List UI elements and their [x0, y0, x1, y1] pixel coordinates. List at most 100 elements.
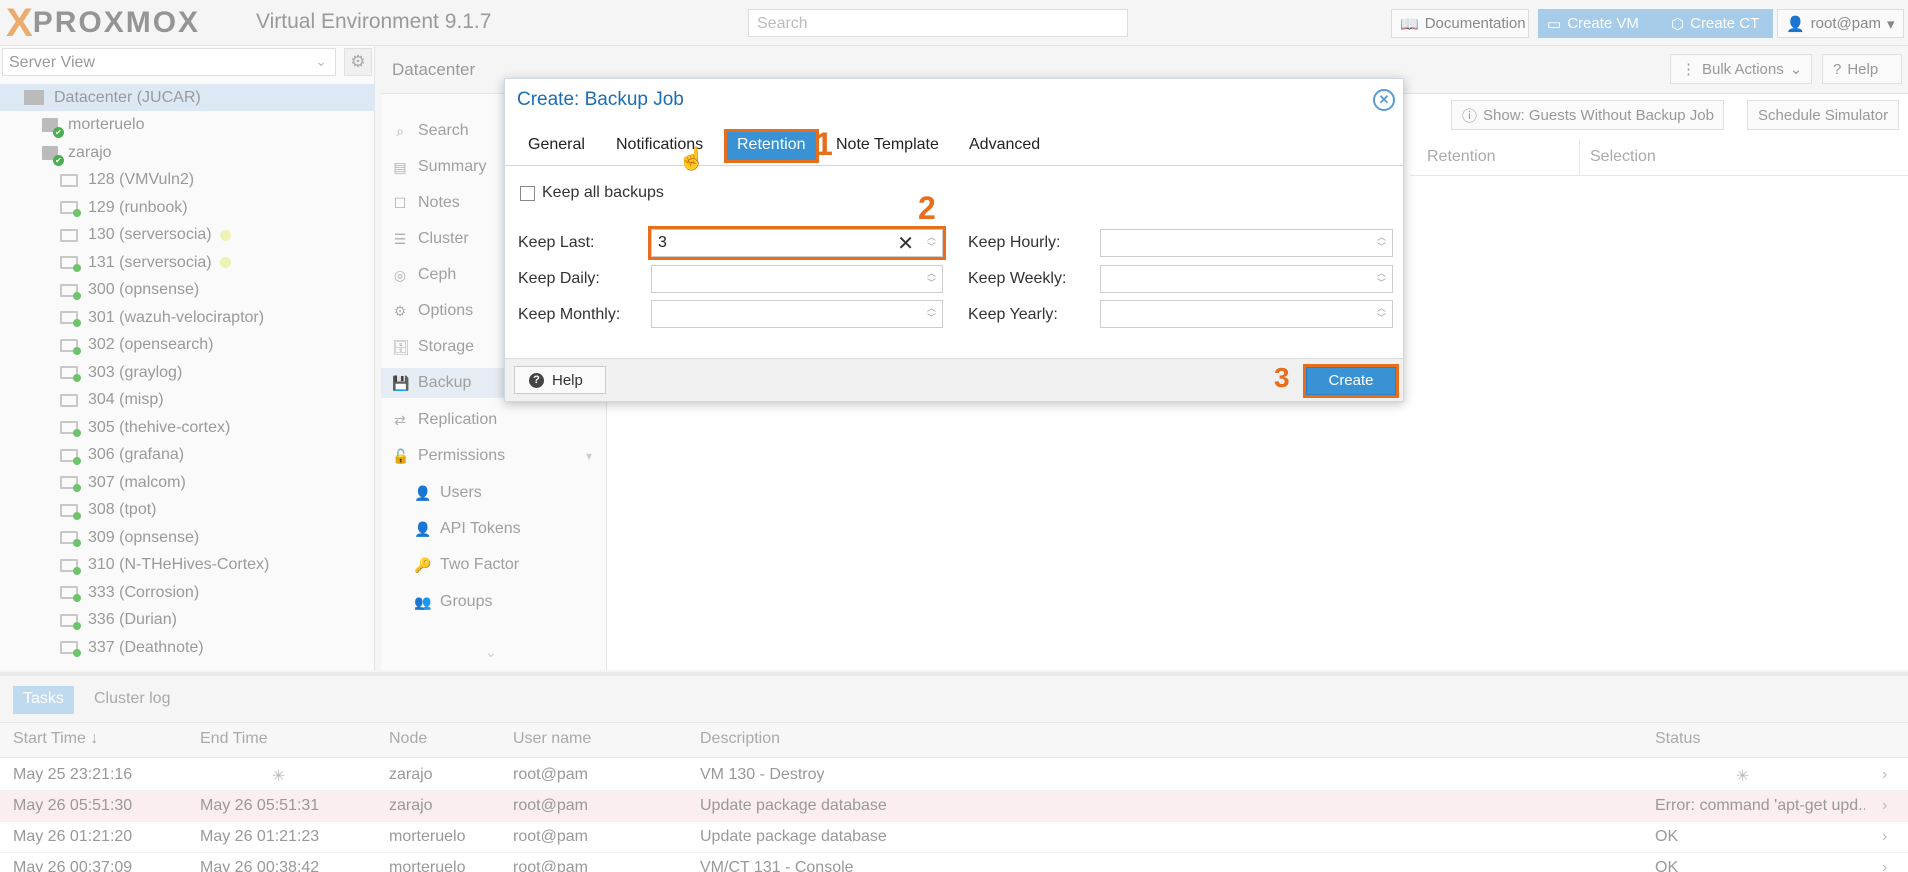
nav-item-permissions[interactable]: 🔓 Permissions ▾ [392, 441, 602, 471]
column-description[interactable]: Description [700, 730, 780, 748]
tree-item-label: 337 (Deathnote) [88, 638, 204, 656]
table-row[interactable]: May 26 01:21:20 May 26 01:21:23 morteruelo… [0, 822, 1908, 853]
tasks-grid-header [0, 722, 1908, 758]
tab-tasks[interactable]: Tasks [13, 686, 74, 714]
monitor-icon: ▭ [1547, 15, 1562, 33]
keep-yearly-field[interactable]: ︿ ﹀ [1100, 300, 1393, 328]
tab-retention[interactable]: Retention [724, 129, 819, 163]
cube-icon: ⬡ [1671, 15, 1685, 33]
spinner-icon[interactable]: ︿ ﹀ [1377, 268, 1386, 288]
keep-last-field[interactable]: 3 ✕ ︿ ﹀ [648, 226, 946, 260]
bulk-actions-button[interactable]: ⋮ Bulk Actions ⌄ [1670, 54, 1812, 84]
user-icon: 👤 [1786, 15, 1805, 33]
tree-item[interactable]: morteruelo [0, 112, 375, 139]
nav-item-groups[interactable]: 👥 Groups [414, 587, 624, 617]
nav-item-api-tokens[interactable]: 👤 API Tokens [414, 514, 624, 544]
tree-item[interactable]: 305 (thehive-cortex) [0, 414, 375, 441]
nav-item-label: Permissions [418, 447, 506, 464]
tree-item[interactable]: 310 (N-THeHives-Cortex) [0, 552, 375, 579]
tree-item[interactable]: 306 (grafana) [0, 442, 375, 469]
tree-item[interactable]: 130 (serversocia) [0, 222, 375, 249]
cell-end: May 26 00:38:42 [200, 859, 320, 872]
dialog-help-button[interactable]: ? Help [514, 366, 606, 394]
chevron-down-icon[interactable]: ⌄ [485, 644, 497, 661]
tree-item[interactable]: 128 (VMVuln2) [0, 167, 375, 194]
create-button[interactable]: Create [1303, 364, 1399, 398]
column-retention[interactable]: Retention [1427, 148, 1496, 166]
tree-item-label: 304 (misp) [88, 391, 164, 408]
tree-item[interactable]: Datacenter (JUCAR) [0, 84, 375, 111]
column-node[interactable]: Node [389, 730, 427, 748]
nav-item-users[interactable]: 👤 Users [414, 478, 624, 508]
clear-icon[interactable]: ✕ [897, 231, 914, 256]
tab-advanced[interactable]: Advanced [959, 132, 1050, 160]
column-selection[interactable]: Selection [1590, 148, 1656, 166]
keep-weekly-label: Keep Weekly: [968, 270, 1067, 287]
table-row[interactable]: May 26 05:51:30 May 26 05:51:31 zarajo root… [0, 791, 1908, 822]
spinner-icon[interactable]: ︿ ﹀ [927, 303, 936, 323]
chevron-right-icon[interactable]: › [1882, 797, 1887, 815]
cell-desc: VM/CT 131 - Console [700, 859, 854, 872]
tree-item[interactable]: 307 (malcom) [0, 469, 375, 496]
spinner-icon[interactable]: ︿ ﹀ [927, 232, 936, 252]
nav-item-label: Two Factor [440, 556, 520, 573]
cell-desc: Update package database [700, 797, 887, 814]
column-user-name[interactable]: User name [513, 730, 591, 748]
column-start-time[interactable]: Start Time ↓ [13, 730, 98, 748]
tree-item[interactable]: 304 (misp) [0, 387, 375, 414]
tree-item[interactable]: 309 (opnsense) [0, 524, 375, 551]
column-end-time[interactable]: End Time [200, 730, 268, 748]
tree-item-label: 128 (VMVuln2) [88, 171, 195, 188]
keep-all-backups-checkbox[interactable] [520, 186, 535, 201]
tree-item[interactable]: 303 (graylog) [0, 359, 375, 386]
close-icon[interactable]: ✕ [1373, 89, 1395, 111]
tree-item[interactable]: 333 (Corrosion) [0, 579, 375, 606]
table-row[interactable]: May 26 00:37:09 May 26 00:38:42 morteruelo… [0, 853, 1908, 872]
keep-yearly-label: Keep Yearly: [968, 306, 1058, 323]
tree-item[interactable]: zarajo [0, 139, 375, 166]
tab-cluster-log[interactable]: Cluster log [84, 686, 180, 714]
user-menu-button[interactable]: 👤 root@pam ▾ [1777, 9, 1904, 38]
tree-item[interactable]: 337 (Deathnote) [0, 634, 375, 661]
search-input[interactable]: Search [748, 9, 1128, 37]
keep-hourly-field[interactable]: ︿ ﹀ [1100, 229, 1393, 257]
nav-item-two-factor[interactable]: 🔑 Two Factor [414, 550, 624, 580]
keep-weekly-field[interactable]: ︿ ﹀ [1100, 265, 1393, 293]
spinner-icon[interactable]: ︿ ﹀ [1377, 303, 1386, 323]
cell-user: root@pam [513, 859, 588, 872]
keep-daily-field[interactable]: ︿ ﹀ [651, 265, 943, 293]
schedule-simulator-button[interactable]: Schedule Simulator [1747, 100, 1899, 130]
create-vm-button[interactable]: ▭ Create VM [1538, 9, 1662, 38]
chevron-right-icon[interactable]: › [1882, 859, 1887, 872]
tab-note-template[interactable]: Note Template [826, 132, 949, 160]
tree-item[interactable]: 300 (opnsense) [0, 277, 375, 304]
nav-item-replication[interactable]: ⇄ Replication [392, 405, 602, 435]
tab-general[interactable]: General [518, 132, 595, 160]
chevron-down-icon[interactable]: ▾ [586, 449, 592, 463]
tree-item-label: 303 (graylog) [88, 363, 183, 381]
create-ct-button[interactable]: ⬡ Create CT [1662, 9, 1773, 38]
gear-icon[interactable]: ⚙ [344, 48, 372, 76]
documentation-button[interactable]: 📖 Documentation [1391, 9, 1529, 38]
chevron-right-icon[interactable]: › [1882, 828, 1887, 846]
chevron-right-icon[interactable]: › [1882, 766, 1887, 784]
datacenter-icon [24, 90, 44, 105]
nav-item-label: Ceph [418, 266, 457, 283]
tree-item[interactable]: 301 (wazuh-velociraptor) [0, 304, 375, 331]
table-row[interactable]: May 25 23:21:16 ✳ zarajo root@pam VM 130 - D… [0, 760, 1908, 791]
tree-item[interactable]: 129 (runbook) [0, 194, 375, 221]
view-selector[interactable]: Server View ⌄ [2, 48, 336, 76]
spinner-icon[interactable]: ︿ ﹀ [927, 268, 936, 288]
tree-item[interactable]: 131 (serversocia) [0, 249, 375, 276]
help-button[interactable]: ? Help [1822, 54, 1902, 84]
server-node-icon [42, 118, 64, 138]
tree-item-label: 306 (grafana) [88, 446, 185, 463]
spinner-icon[interactable]: ︿ ﹀ [1377, 232, 1386, 252]
show-guests-button[interactable]: ⓘ Show: Guests Without Backup Job [1451, 100, 1724, 130]
breadcrumb: Datacenter [392, 60, 476, 79]
tree-item[interactable]: 336 (Durian) [0, 607, 375, 634]
tree-item[interactable]: 308 (tpot) [0, 497, 375, 524]
tree-item[interactable]: 302 (opensearch) [0, 332, 375, 359]
keep-monthly-field[interactable]: ︿ ﹀ [651, 300, 943, 328]
column-status[interactable]: Status [1655, 730, 1700, 748]
